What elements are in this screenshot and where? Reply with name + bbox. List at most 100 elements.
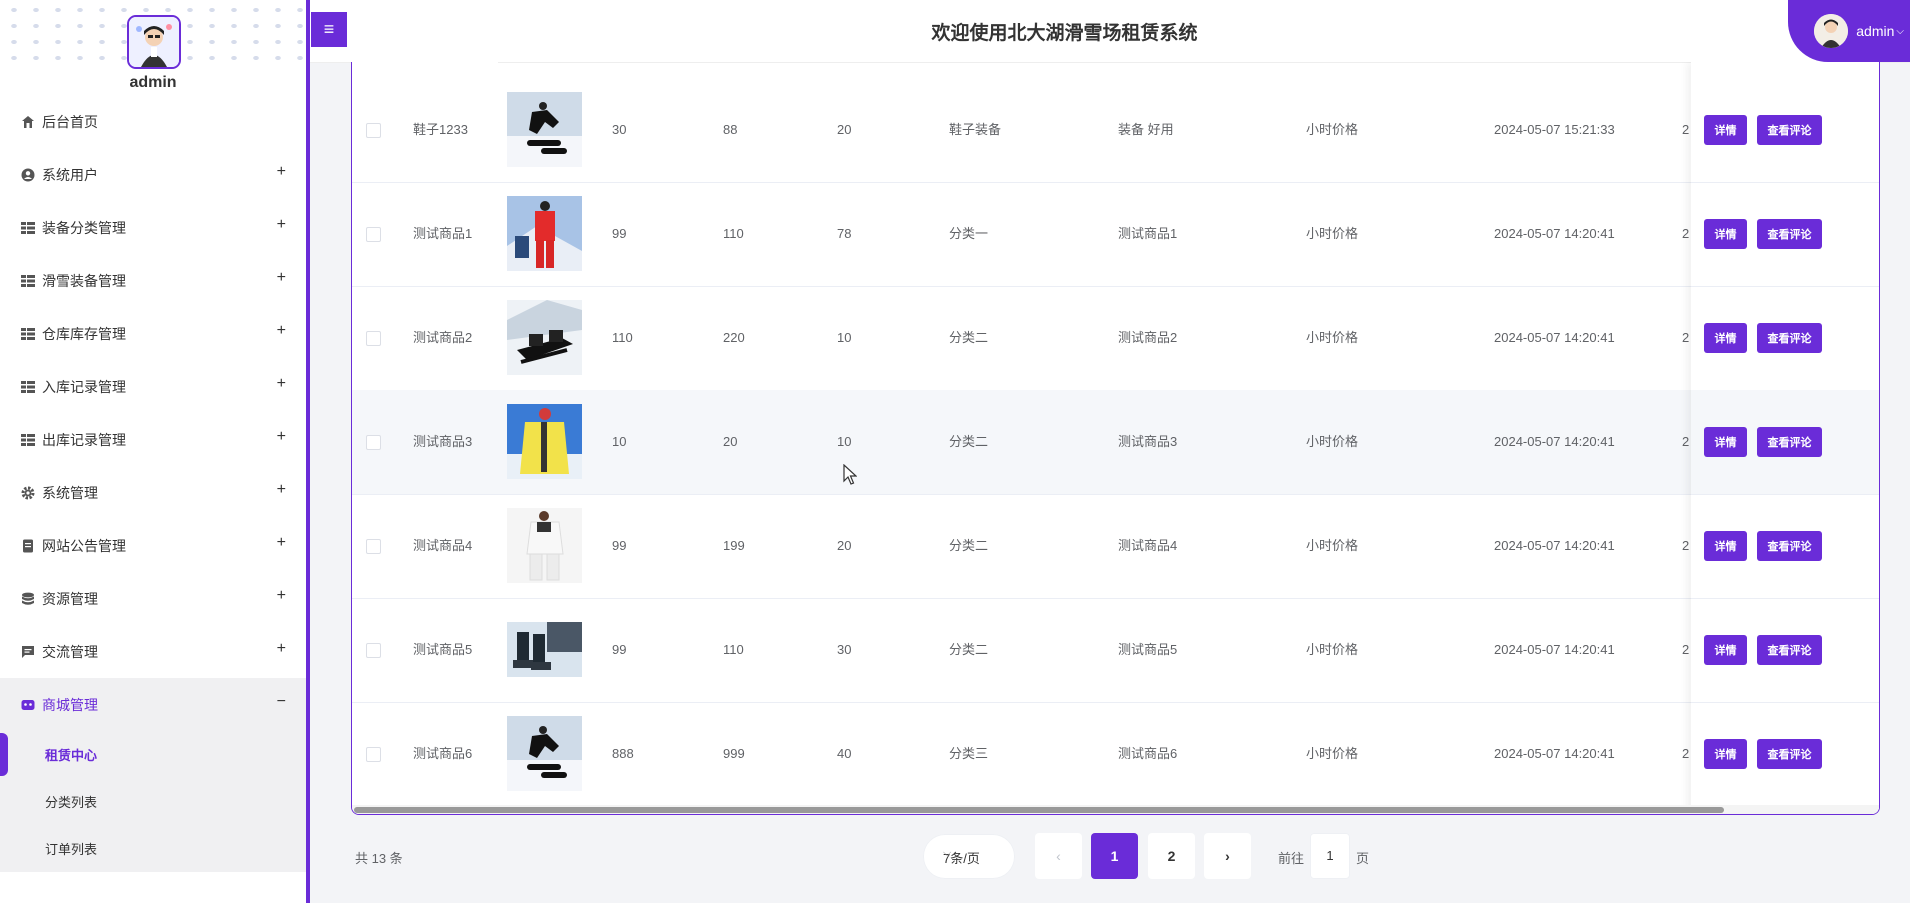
plus-icon[interactable]: +: [277, 481, 286, 499]
plus-icon[interactable]: +: [277, 322, 286, 340]
actions-column: 详情 查看评论 详情 查看评论 详情 查看评论 详情 查看评论 详情 查看评论 详情 查看评论 详情 查看…: [1691, 62, 1879, 814]
cell-value-2: 20: [723, 434, 738, 449]
actions-cell: 详情 查看评论: [1691, 182, 1879, 287]
detail-button[interactable]: 详情: [1704, 739, 1747, 769]
view-comments-button[interactable]: 查看评论: [1757, 739, 1822, 769]
menu-item-label: 资源管理: [42, 590, 98, 607]
detail-button[interactable]: 详情: [1704, 427, 1747, 457]
cell-price-type: 小时价格: [1306, 746, 1359, 761]
view-comments-button[interactable]: 查看评论: [1757, 323, 1822, 353]
user-circle-icon: [20, 167, 36, 183]
menu-item-ski-equipment[interactable]: 滑雪装备管理 +: [0, 254, 306, 307]
plus-icon[interactable]: +: [277, 428, 286, 446]
menu-item-announcements[interactable]: 网站公告管理 +: [0, 519, 306, 572]
submenu-item-rental-center[interactable]: 租赁中心: [0, 731, 306, 778]
plus-icon[interactable]: +: [277, 534, 286, 552]
submenu-item-category-list[interactable]: 分类列表: [0, 778, 306, 825]
cell-description: 测试商品6: [1118, 746, 1178, 761]
plus-icon[interactable]: +: [277, 587, 286, 605]
scrollbar-thumb[interactable]: [354, 807, 1724, 813]
actions-cell: 详情 查看评论: [1691, 390, 1879, 495]
goto-page-input[interactable]: 1: [1310, 833, 1350, 879]
prev-page-button[interactable]: ‹: [1035, 833, 1082, 879]
view-comments-button[interactable]: 查看评论: [1757, 427, 1822, 457]
menu-item-mall-management[interactable]: 商城管理 −: [0, 678, 306, 731]
user-menu[interactable]: admin ⌵: [1788, 0, 1910, 62]
cell-value-1: 110: [612, 330, 633, 345]
cell-name: 测试商品4: [413, 538, 473, 553]
cell-name: 测试商品5: [413, 642, 473, 657]
cell-description: 测试商品3: [1118, 434, 1178, 449]
detail-button[interactable]: 详情: [1704, 323, 1747, 353]
menu-item-warehouse-stock[interactable]: 仓库库存管理 +: [0, 307, 306, 360]
row-checkbox[interactable]: [366, 227, 381, 242]
menu-item-system-management[interactable]: 系统管理 +: [0, 466, 306, 519]
cell-price-type: 小时价格: [1306, 642, 1359, 657]
detail-button[interactable]: 详情: [1704, 219, 1747, 249]
next-page-button[interactable]: ›: [1204, 833, 1251, 879]
plus-icon[interactable]: +: [277, 216, 286, 234]
home-icon: [20, 114, 36, 130]
detail-button[interactable]: 详情: [1704, 531, 1747, 561]
table-row[interactable]: 鞋子1233 30 88 20 鞋子装备 装备 好用 小时价格 2024-05-07 15:2…: [352, 78, 1692, 183]
menu-item-inbound-records[interactable]: 入库记录管理 +: [0, 360, 306, 413]
chat-icon: [20, 644, 36, 660]
cell-description: 装备 好用: [1118, 122, 1174, 137]
table-row[interactable]: 测试商品4 99 199 20 分类二 测试商品4 小时价格 2024-05-07 14:20…: [352, 494, 1692, 599]
row-checkbox[interactable]: [366, 539, 381, 554]
cell-category: 分类二: [949, 538, 989, 553]
user-avatar: [1814, 14, 1849, 48]
detail-button[interactable]: 详情: [1704, 635, 1747, 665]
row-checkbox[interactable]: [366, 747, 381, 762]
sidebar: admin 后台首页 系统用户 + 装备分类管理 + 滑雪装备管理 + 仓库库存…: [0, 0, 310, 903]
goto-prefix: 前往: [1278, 851, 1305, 866]
horizontal-scrollbar[interactable]: [352, 805, 1879, 814]
menu-item-dashboard[interactable]: 后台首页: [0, 95, 306, 148]
menu-item-outbound-records[interactable]: 出库记录管理 +: [0, 413, 306, 466]
admin-avatar[interactable]: [127, 15, 181, 69]
view-comments-button[interactable]: 查看评论: [1757, 531, 1822, 561]
plus-icon[interactable]: +: [277, 163, 286, 181]
menu-item-label: 交流管理: [42, 643, 98, 660]
view-comments-button[interactable]: 查看评论: [1757, 115, 1822, 145]
cell-category: 分类二: [949, 434, 989, 449]
cell-value-1: 99: [612, 642, 627, 657]
menu-item-resources[interactable]: 资源管理 +: [0, 572, 306, 625]
actions-cell: 详情 查看评论: [1691, 702, 1879, 807]
menu-item-system-users[interactable]: 系统用户 +: [0, 148, 306, 201]
page-size-select[interactable]: 7条/页 ⌵: [923, 834, 1015, 879]
row-checkbox[interactable]: [366, 643, 381, 658]
cell-time: 2024-05-07 14:20:41: [1494, 538, 1615, 553]
menu-item-label: 系统用户: [42, 166, 98, 183]
page-1-button[interactable]: 1: [1091, 833, 1138, 879]
view-comments-button[interactable]: 查看评论: [1757, 635, 1822, 665]
submenu-item-order-list[interactable]: 订单列表: [0, 825, 306, 872]
page-2-button[interactable]: 2: [1148, 833, 1195, 879]
row-checkbox[interactable]: [366, 123, 381, 138]
cell-truncated: 2: [1682, 226, 1690, 241]
detail-button[interactable]: 详情: [1704, 115, 1747, 145]
minus-icon[interactable]: −: [277, 693, 286, 711]
menu-item-communication[interactable]: 交流管理 +: [0, 625, 306, 678]
cell-category: 鞋子装备: [949, 122, 1002, 137]
plus-icon[interactable]: +: [277, 640, 286, 658]
table-row[interactable]: 测试商品3 10 20 10 分类二 测试商品3 小时价格 2024-05-07 14:20:…: [352, 390, 1692, 495]
table-row[interactable]: 测试商品5 99 110 30 分类二 测试商品5 小时价格 2024-05-07 14:20…: [352, 598, 1692, 703]
plus-icon[interactable]: +: [277, 375, 286, 393]
menu-item-label: 商城管理: [42, 696, 98, 713]
cell-value-3: 30: [837, 642, 852, 657]
plus-icon[interactable]: +: [277, 269, 286, 287]
row-checkbox[interactable]: [366, 331, 381, 346]
menu-item-equipment-category[interactable]: 装备分类管理 +: [0, 201, 306, 254]
view-comments-button[interactable]: 查看评论: [1757, 219, 1822, 249]
table-row[interactable]: 测试商品1 99 110 78 分类一 测试商品1 小时价格 2024-05-07 14:20…: [352, 182, 1692, 287]
menu-item-label: 出库记录管理: [42, 431, 126, 448]
cell-time: 2024-05-07 14:20:41: [1494, 434, 1615, 449]
goto-suffix: 页: [1356, 851, 1370, 866]
cell-value-3: 20: [837, 538, 852, 553]
menu-item-label: 后台首页: [42, 113, 98, 130]
product-image: [507, 300, 582, 375]
row-checkbox[interactable]: [366, 435, 381, 450]
table-row[interactable]: 测试商品6 888 999 40 分类三 测试商品6 小时价格 2024-05-07 14:2…: [352, 702, 1692, 807]
table-row[interactable]: 测试商品2 110 220 10 分类二 测试商品2 小时价格 2024-05-07 14:2…: [352, 286, 1692, 391]
